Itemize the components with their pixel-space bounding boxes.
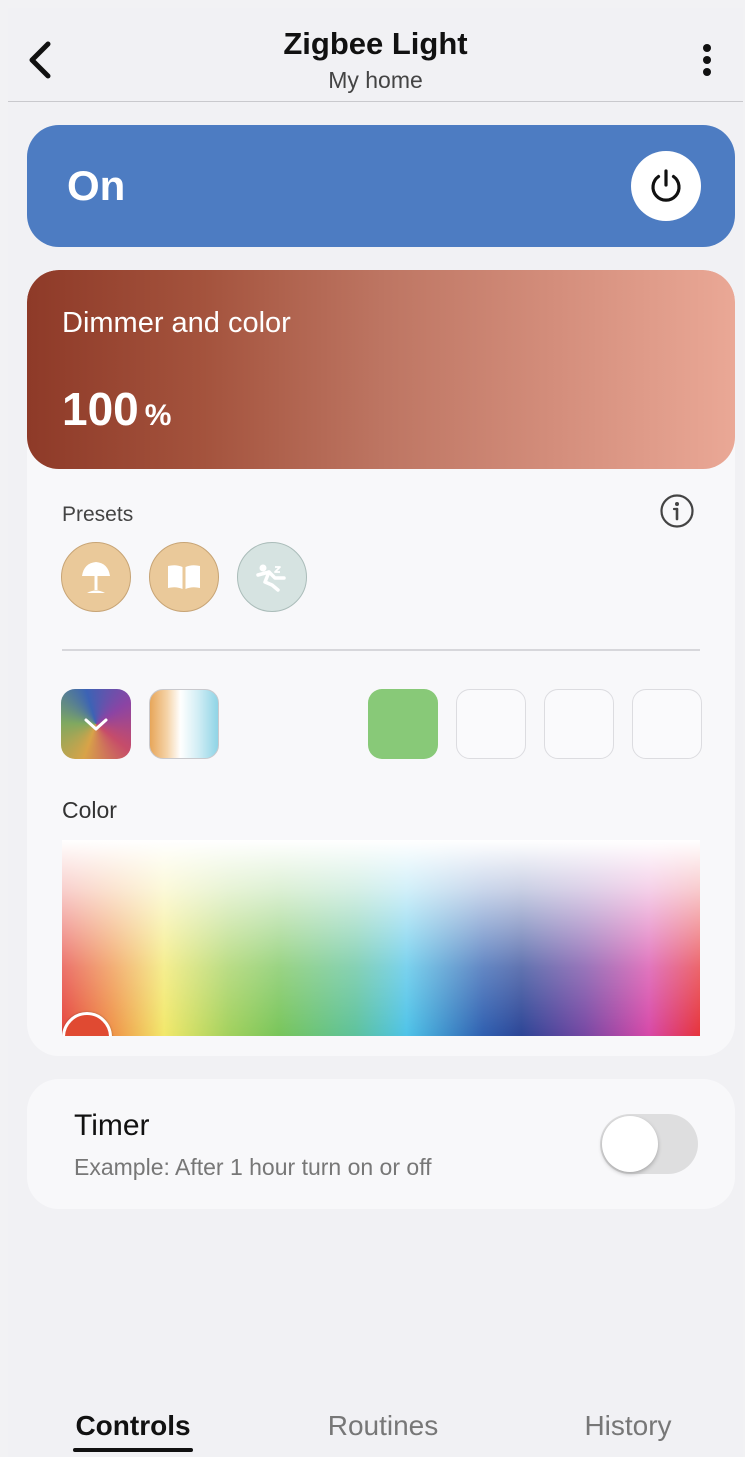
sleeping-person-icon xyxy=(256,564,286,592)
tab-routines[interactable]: Routines xyxy=(308,1410,458,1442)
open-book-icon xyxy=(168,565,200,589)
preset-lamp-button[interactable] xyxy=(61,542,131,612)
brightness-unit: % xyxy=(144,399,172,432)
timer-card: Timer Example: After 1 hour turn on or o… xyxy=(27,1079,735,1209)
chevron-down-icon xyxy=(84,718,108,731)
empty-color-swatch[interactable] xyxy=(456,689,526,759)
info-icon xyxy=(660,494,694,528)
brightness-value: 100% xyxy=(62,382,171,436)
active-tab-indicator xyxy=(73,1448,193,1452)
saturation-overlay xyxy=(62,840,700,1036)
vertical-ellipsis-icon xyxy=(693,44,721,76)
divider xyxy=(62,649,700,651)
preset-reading-button[interactable] xyxy=(149,542,219,612)
color-picker[interactable] xyxy=(62,840,700,1036)
timer-title: Timer xyxy=(74,1109,150,1142)
timer-description: Example: After 1 hour turn on or off xyxy=(74,1154,432,1180)
dimmer-label: Dimmer and color xyxy=(62,307,291,339)
tab-controls[interactable]: Controls xyxy=(71,1410,195,1442)
power-card[interactable]: On xyxy=(27,125,735,247)
power-icon xyxy=(651,169,681,202)
empty-color-swatch[interactable] xyxy=(632,689,702,759)
toggle-knob xyxy=(602,1116,658,1172)
table-lamp-icon xyxy=(82,562,110,593)
app-screen: Zigbee Light My home On Dimmer and color… xyxy=(8,8,743,1457)
color-swatch[interactable] xyxy=(368,689,438,759)
color-mode-button[interactable] xyxy=(61,689,131,759)
tab-history[interactable]: History xyxy=(568,1410,688,1442)
preset-sleep-button[interactable] xyxy=(237,542,307,612)
brightness-slider[interactable]: Dimmer and color 100% xyxy=(27,270,735,469)
bottom-tab-bar: Controls Routines History xyxy=(8,1398,743,1457)
brightness-number: 100 xyxy=(62,383,139,435)
power-status: On xyxy=(67,162,126,209)
more-options-button[interactable] xyxy=(693,40,721,84)
power-button[interactable] xyxy=(631,151,701,221)
page-title: Zigbee Light xyxy=(283,26,468,61)
white-temperature-mode-button[interactable] xyxy=(149,689,219,759)
timer-toggle[interactable] xyxy=(600,1114,698,1174)
top-bar: Zigbee Light My home xyxy=(8,8,743,102)
presets-label: Presets xyxy=(62,503,134,526)
empty-color-swatch[interactable] xyxy=(544,689,614,759)
color-label: Color xyxy=(62,797,117,823)
presets-info-button[interactable] xyxy=(659,493,695,529)
page-subtitle: My home xyxy=(328,67,423,93)
dimmer-color-card: Dimmer and color 100% Presets Color xyxy=(27,270,735,1056)
